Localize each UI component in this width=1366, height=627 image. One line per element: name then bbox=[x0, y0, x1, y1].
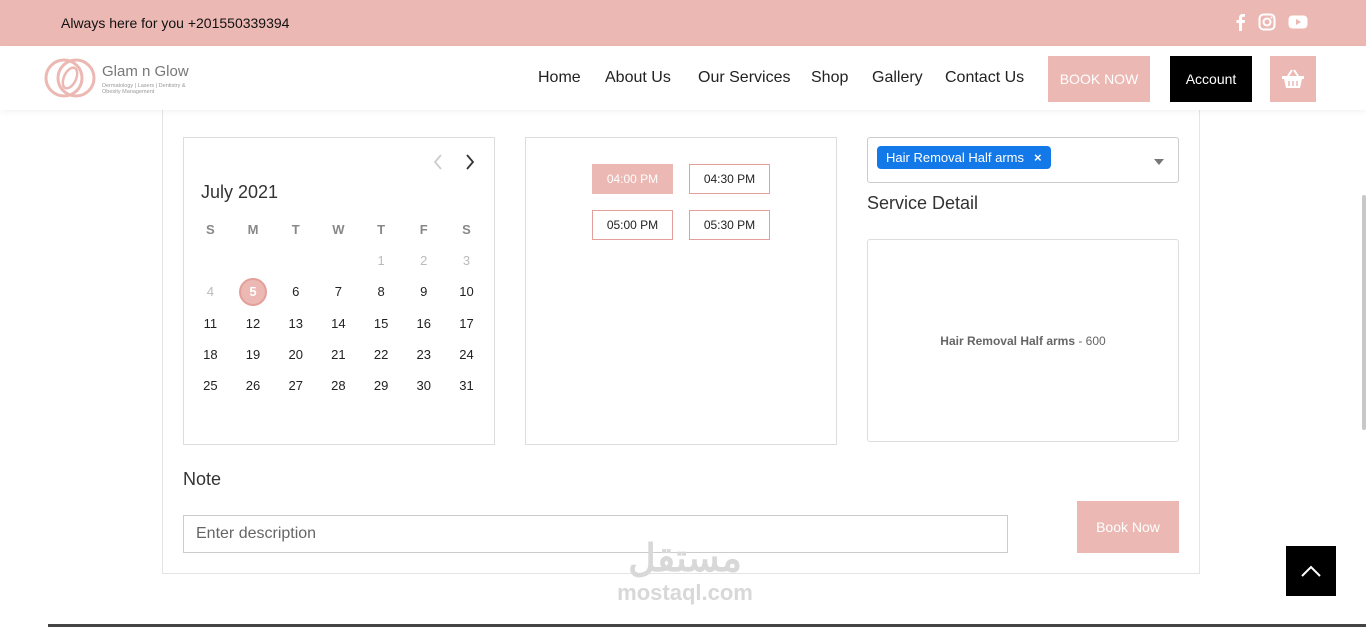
mostaql-watermark: مستقل mostaql.com bbox=[600, 538, 770, 618]
social-links bbox=[1234, 13, 1308, 36]
brand-logo[interactable]: Glam n Glow Dermatology | Lasers | Denti… bbox=[44, 56, 204, 100]
calendar-day[interactable]: 29 bbox=[360, 372, 403, 400]
weekday-label: S bbox=[206, 221, 215, 237]
weekday-label: T bbox=[291, 221, 300, 237]
book-now-nav-button[interactable]: BOOK NOW bbox=[1048, 56, 1150, 102]
youtube-icon[interactable] bbox=[1288, 13, 1308, 36]
nav-contact-us[interactable]: Contact Us bbox=[945, 69, 1024, 87]
basket-icon bbox=[1282, 69, 1304, 88]
instagram-icon[interactable] bbox=[1258, 13, 1276, 36]
service-detail-box: Hair Removal Half arms - 600 bbox=[867, 239, 1179, 442]
calendar-day[interactable]: 12 bbox=[232, 310, 275, 338]
calendar-day[interactable]: 10 bbox=[445, 278, 488, 306]
calendar-day-label: 5 bbox=[239, 278, 268, 307]
calendar-day[interactable]: 6 bbox=[274, 278, 317, 306]
service-select[interactable]: Hair Removal Half arms × bbox=[867, 137, 1179, 183]
calendar-day[interactable]: 28 bbox=[317, 372, 360, 400]
facebook-icon[interactable] bbox=[1234, 13, 1246, 36]
scrollbar-thumb[interactable] bbox=[1362, 195, 1366, 430]
calendar-day[interactable]: 27 bbox=[274, 372, 317, 400]
service-detail-name: Hair Removal Half arms bbox=[940, 333, 1076, 348]
weekday-label: F bbox=[419, 221, 428, 237]
calendar-day[interactable]: 14 bbox=[317, 310, 360, 338]
nav-our-services[interactable]: Our Services bbox=[698, 69, 790, 87]
service-detail-title: Service Detail bbox=[867, 193, 979, 213]
calendar-day[interactable]: 15 bbox=[360, 310, 403, 338]
contact-phone[interactable]: Always here for you +201550339394 bbox=[61, 15, 289, 31]
nav-home[interactable]: Home bbox=[538, 69, 581, 87]
cart-button[interactable] bbox=[1270, 56, 1316, 102]
calendar-day[interactable]: 7 bbox=[317, 278, 360, 306]
calendar-empty-cell bbox=[317, 247, 360, 275]
calendar-day[interactable]: 18 bbox=[189, 341, 232, 369]
account-button[interactable]: Account bbox=[1170, 56, 1252, 102]
next-month-button[interactable] bbox=[463, 153, 477, 171]
nav-gallery[interactable]: Gallery bbox=[872, 69, 923, 87]
calendar-day-selected[interactable]: 5 bbox=[232, 278, 275, 307]
weekday-label: T bbox=[377, 221, 386, 237]
calendar-day[interactable]: 16 bbox=[402, 310, 445, 338]
weekday-label: W bbox=[332, 221, 345, 237]
note-label: Note bbox=[183, 469, 222, 489]
date-picker: July 2021 S M T W T F S 1 2 3 4 5 6 7 8 9 10 11 12 13 14 15 16… bbox=[183, 137, 495, 445]
calendar-day[interactable]: 26 bbox=[232, 372, 275, 400]
chevron-left-icon bbox=[433, 154, 442, 170]
time-slot[interactable]: 05:30 PM bbox=[689, 210, 770, 240]
calendar-day[interactable]: 21 bbox=[317, 341, 360, 369]
calendar-empty-cell bbox=[274, 247, 317, 275]
calendar-day[interactable]: 17 bbox=[445, 310, 488, 338]
time-slot[interactable]: 04:30 PM bbox=[689, 164, 770, 194]
service-detail-price: - 600 bbox=[1075, 333, 1106, 348]
time-slot[interactable]: 05:00 PM bbox=[592, 210, 673, 240]
calendar-day[interactable]: 30 bbox=[402, 372, 445, 400]
watermark-latin: mostaql.com bbox=[617, 580, 753, 605]
calendar-empty-cell bbox=[189, 247, 232, 275]
calendar-grid: S M T W T F S 1 2 3 4 5 6 7 8 9 10 11 12 13 14 15 16 17 18 19 20 21… bbox=[189, 214, 489, 402]
time-slot-panel: 04:00 PM 04:30 PM 05:00 PM 05:30 PM bbox=[525, 137, 837, 445]
calendar-day[interactable]: 24 bbox=[445, 341, 488, 369]
back-to-top-button[interactable] bbox=[1286, 546, 1336, 596]
brand-name: Glam n Glow bbox=[102, 63, 189, 80]
calendar-empty-cell bbox=[232, 247, 275, 275]
main-navbar: Glam n Glow Dermatology | Lasers | Denti… bbox=[0, 46, 1366, 110]
book-now-button[interactable]: Book Now bbox=[1077, 501, 1179, 553]
calendar-day[interactable]: 13 bbox=[274, 310, 317, 338]
calendar-day[interactable]: 22 bbox=[360, 341, 403, 369]
calendar-day: 4 bbox=[206, 284, 214, 300]
watermark-arabic: مستقل bbox=[628, 538, 742, 580]
weekday-label: S bbox=[462, 221, 471, 237]
remove-chip-icon[interactable]: × bbox=[1034, 150, 1042, 165]
calendar-day: 2 bbox=[420, 252, 428, 268]
calendar-day[interactable]: 20 bbox=[274, 341, 317, 369]
calendar-day[interactable]: 31 bbox=[445, 372, 488, 400]
prev-month-button[interactable] bbox=[431, 153, 445, 171]
brand-tagline: Dermatology | Lasers | Dentistry & Obesi… bbox=[102, 83, 186, 95]
selected-service-chip: Hair Removal Half arms × bbox=[877, 146, 1051, 169]
nav-shop[interactable]: Shop bbox=[811, 69, 848, 87]
calendar-day[interactable]: 8 bbox=[360, 278, 403, 306]
calendar-day[interactable]: 11 bbox=[189, 310, 232, 338]
top-bar: Always here for you +201550339394 bbox=[0, 0, 1366, 46]
service-detail-text: Hair Removal Half arms - 600 bbox=[940, 334, 1105, 348]
chevron-right-icon bbox=[466, 154, 475, 170]
logo-mark-icon bbox=[44, 58, 96, 98]
calendar-day[interactable]: 25 bbox=[189, 372, 232, 400]
calendar-day[interactable]: 19 bbox=[232, 341, 275, 369]
nav-about-us[interactable]: About Us bbox=[605, 69, 671, 87]
calendar-day[interactable]: 23 bbox=[402, 341, 445, 369]
calendar-day[interactable]: 9 bbox=[402, 278, 445, 306]
dropdown-caret-icon[interactable] bbox=[1154, 159, 1164, 165]
weekday-label: M bbox=[247, 221, 259, 237]
chip-label: Hair Removal Half arms bbox=[886, 150, 1024, 165]
note-description-input[interactable] bbox=[183, 515, 1008, 553]
calendar-day: 3 bbox=[462, 252, 471, 268]
chevron-up-icon bbox=[1301, 565, 1321, 577]
calendar-month-title: July 2021 bbox=[201, 182, 279, 202]
calendar-day: 1 bbox=[377, 252, 385, 268]
time-slot[interactable]: 04:00 PM bbox=[592, 164, 673, 194]
